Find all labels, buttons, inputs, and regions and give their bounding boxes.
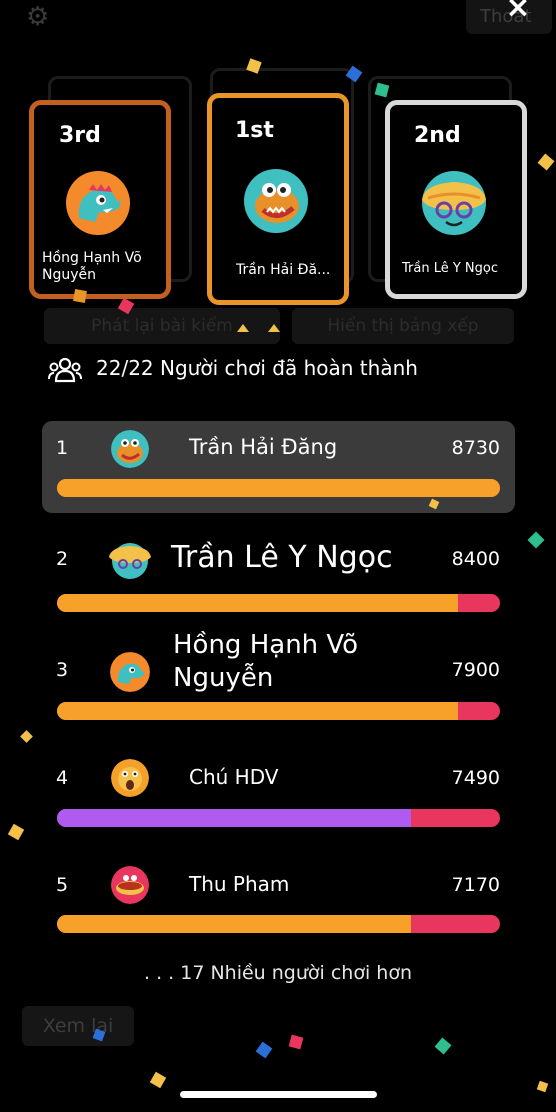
podium-card-first: 1st Trần Hải Đă... — [207, 93, 349, 305]
leaderboard-score-bar — [57, 594, 500, 612]
leaderboard-player-name: Trần Hải Đăng — [189, 435, 338, 459]
leaderboard-score-bar — [57, 479, 500, 497]
monster-avatar — [111, 430, 149, 468]
dino-avatar — [110, 652, 150, 692]
confetti-piece — [20, 730, 33, 743]
players-completed-text: 22/22 Người chơi đã hoàn thành — [96, 356, 418, 380]
confetti-piece — [73, 289, 87, 303]
podium-rank-third: 3rd — [59, 123, 101, 148]
confetti-piece — [149, 1071, 167, 1089]
score-bar-fill — [57, 915, 412, 933]
confetti-piece — [527, 531, 545, 549]
leaderboard-rank: 3 — [56, 659, 69, 681]
confetti-piece — [288, 1034, 304, 1050]
more-players-link[interactable]: . . . 17 Nhiều người chơi hơn — [0, 962, 556, 984]
leaderboard-player-name-line1: Hồng Hạnh Võ — [173, 630, 359, 660]
score-bar-fill — [57, 479, 500, 497]
confetti-piece — [537, 153, 555, 171]
podium-rank-first: 1st — [235, 118, 274, 143]
close-icon[interactable]: × — [504, 0, 532, 23]
leaderboard-rank: 1 — [56, 437, 69, 459]
leaderboard-player-name: Chú HDV — [189, 765, 279, 789]
bread-avatar — [420, 170, 488, 236]
leaderboard-score: 8730 — [451, 437, 500, 459]
score-bar-fill — [57, 594, 458, 612]
confetti-piece — [7, 823, 25, 841]
bread-avatar — [108, 540, 152, 580]
leaderboard-score: 7900 — [451, 659, 500, 681]
podium-name-third-line2: Nguyễn — [42, 267, 97, 283]
leaderboard-score-bar — [57, 809, 500, 827]
players-group-icon — [48, 357, 82, 383]
confetti-piece — [434, 1037, 452, 1055]
monster-avatar — [243, 168, 309, 234]
hot-dog-avatar — [111, 866, 149, 904]
podium-card-second: 2nd Trần Lê Y Ngọc — [385, 100, 527, 299]
podium-name-third-line1: Hồng Hạnh Võ — [42, 250, 142, 266]
settings-gear-icon[interactable]: ⚙ — [26, 4, 52, 30]
leaderboard-rank: 5 — [56, 874, 69, 896]
leaderboard-rank: 2 — [56, 548, 69, 570]
show-ranking-button[interactable]: Hiển thị bảng xếp — [292, 308, 514, 344]
review-button[interactable]: Xem lại — [22, 1006, 134, 1046]
leaderboard-score: 8400 — [451, 548, 500, 570]
confetti-piece — [536, 1080, 549, 1093]
podium-name-first: Trần Hải Đă... — [236, 262, 331, 278]
podium-card-third: 3rd Hồng Hạnh Võ Nguyễn — [29, 100, 171, 299]
leaderboard-player-name: Thu Pham — [189, 872, 290, 896]
leaderboard-score-bar — [57, 702, 500, 720]
leaderboard-player-name: Trần Lê Y Ngọc — [171, 540, 393, 575]
score-bar-fill — [57, 809, 412, 827]
podium-pointer-right — [268, 324, 280, 332]
podium-pointer-left — [237, 324, 249, 332]
leaderboard-score: 7490 — [451, 767, 500, 789]
leaderboard-score: 7170 — [451, 874, 500, 896]
home-indicator — [180, 1091, 377, 1098]
leaderboard-player-name-line2: Nguyễn — [173, 663, 274, 693]
leaderboard-score-bar — [57, 915, 500, 933]
dino-avatar — [65, 170, 131, 236]
surprised-face-avatar — [111, 759, 149, 797]
score-bar-fill — [57, 702, 458, 720]
leaderboard-rank: 4 — [56, 767, 69, 789]
podium-rank-second: 2nd — [414, 123, 461, 148]
confetti-piece — [255, 1041, 273, 1059]
podium-name-second: Trần Lê Y Ngọc — [402, 261, 499, 276]
